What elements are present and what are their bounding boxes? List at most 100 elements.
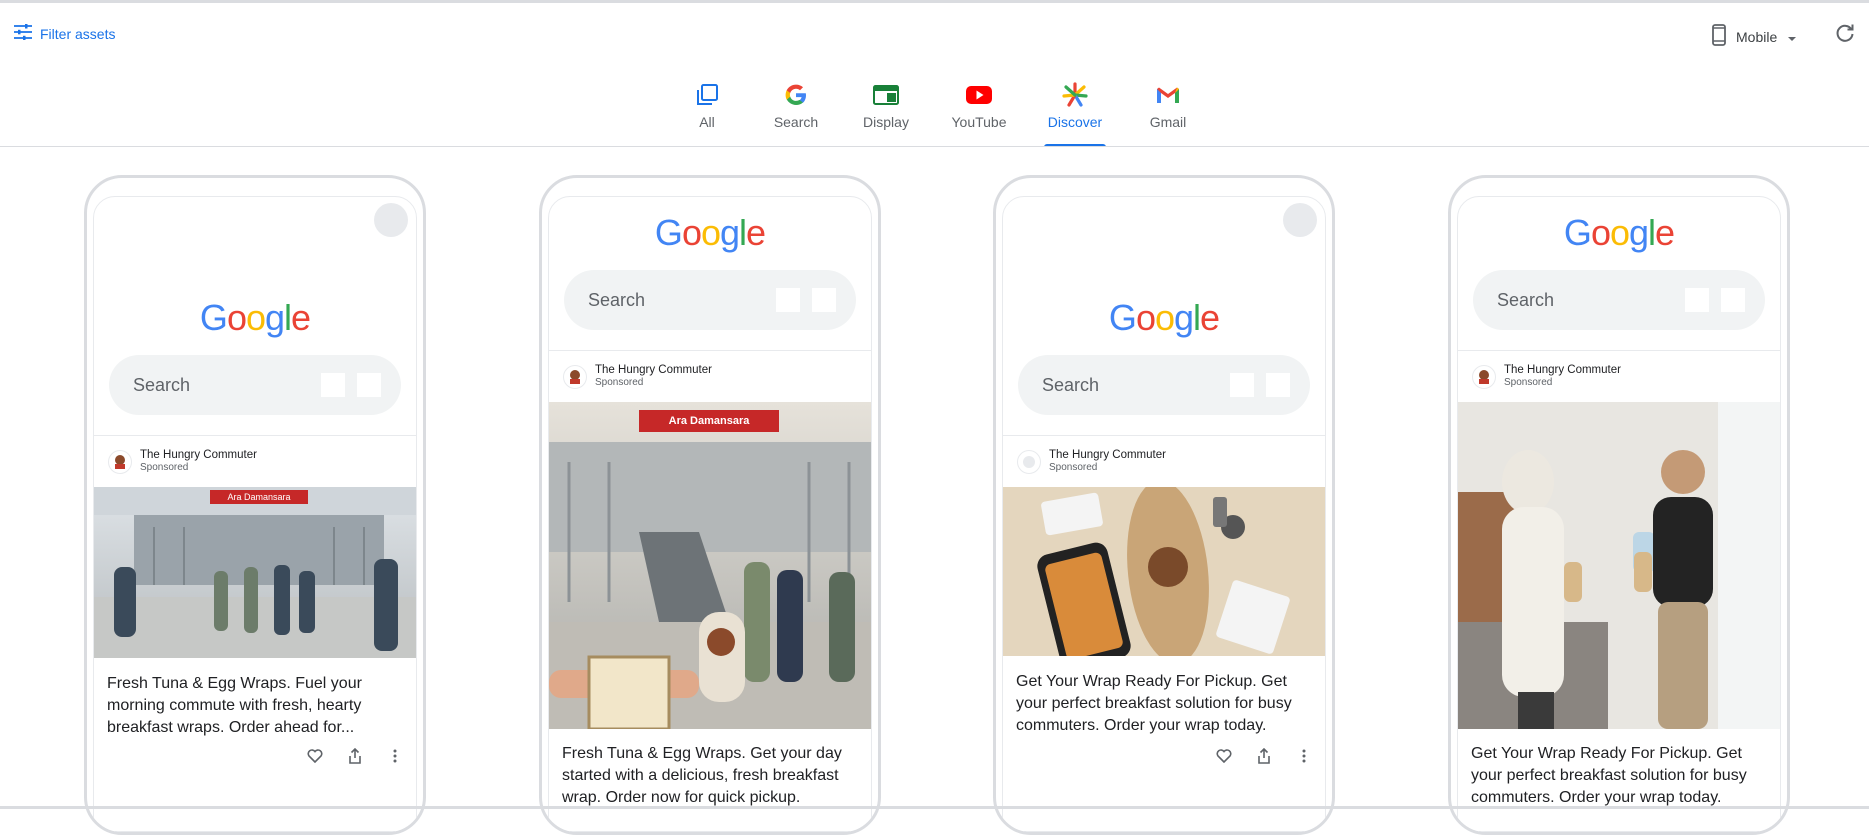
sponsored-label: Sponsored (1049, 462, 1098, 473)
header-divider (1458, 350, 1780, 351)
ad-actions (306, 747, 404, 769)
more-options-button[interactable] (1295, 749, 1313, 767)
station-sign: Ara Damansara (210, 490, 308, 504)
header-divider (1003, 435, 1325, 436)
tab-discover[interactable]: Discover (1044, 82, 1106, 147)
lens-icon (357, 373, 381, 397)
youtube-icon (966, 82, 992, 108)
channel-tabs: All Search Display YouTube Discover Gmai… (0, 82, 1869, 147)
like-button[interactable] (306, 748, 324, 768)
heart-icon (1216, 748, 1232, 768)
ad-description: Fresh Tuna & Egg Wraps. Get your day sta… (562, 745, 842, 806)
google-logo: Google (1563, 212, 1675, 253)
ad-image[interactable] (1003, 487, 1325, 656)
dropdown-arrow-icon (1787, 29, 1797, 45)
search-placeholder: Search (588, 290, 646, 310)
ad-actions (1215, 747, 1313, 769)
ad-image[interactable]: Ara Damansara (549, 402, 871, 729)
tab-all[interactable]: All (690, 82, 724, 147)
ad-header: The Hungry Commuter Sponsored (108, 449, 257, 474)
header-divider (94, 435, 416, 436)
filter-assets-button[interactable]: Filter assets (14, 24, 115, 43)
advertiser-logo (1017, 449, 1041, 474)
discover-icon (1062, 82, 1088, 108)
refresh-button[interactable] (1833, 22, 1857, 46)
lens-icon (812, 288, 836, 312)
phone-screen: Google Search The Hungry Commuter Sponso… (1002, 196, 1326, 832)
search-placeholder: Search (1042, 375, 1100, 395)
header-divider (549, 350, 871, 351)
account-avatar (374, 203, 408, 237)
display-icon (873, 82, 899, 108)
search-placeholder: Search (133, 375, 191, 395)
account-avatar (1283, 203, 1317, 237)
tab-search[interactable]: Search (773, 82, 819, 147)
tab-label: Discover (1047, 114, 1103, 130)
mic-icon (776, 288, 800, 312)
tab-display[interactable]: Display (862, 82, 910, 147)
mic-icon (321, 373, 345, 397)
google-g-icon (784, 82, 808, 108)
ad-header: The Hungry Commuter Sponsored (563, 364, 712, 389)
share-button[interactable] (346, 747, 364, 769)
ad-image[interactable] (1458, 402, 1780, 729)
tune-icon (14, 24, 32, 43)
more-vert-icon (1302, 749, 1306, 768)
tab-youtube[interactable]: YouTube (950, 82, 1008, 147)
phone-preview-4: Google Search The Hungry Commuter Sponso… (1448, 175, 1790, 835)
share-icon (348, 747, 362, 769)
advertiser-logo (563, 364, 587, 389)
all-icon (696, 82, 718, 108)
tab-gmail[interactable]: Gmail (1148, 82, 1188, 147)
sponsored-label: Sponsored (595, 377, 644, 388)
search-bar[interactable]: Search (1473, 270, 1765, 330)
search-bar[interactable]: Search (1018, 355, 1310, 415)
share-button[interactable] (1255, 747, 1273, 769)
tabs-divider (0, 146, 1869, 147)
lens-icon (1721, 288, 1745, 312)
ad-header: The Hungry Commuter Sponsored (1017, 449, 1166, 474)
ad-image[interactable]: Ara Damansara (94, 487, 416, 658)
phone-screen: Google Search The Hungry Commuter Sponso… (548, 196, 872, 832)
filter-assets-label: Filter assets (40, 25, 116, 42)
station-sign: Ara Damansara (639, 410, 779, 432)
mic-icon (1685, 288, 1709, 312)
advertiser-name: The Hungry Commuter (140, 449, 257, 461)
ad-description: Get Your Wrap Ready For Pickup. Get your… (1016, 673, 1292, 734)
google-logo: Google (199, 297, 311, 338)
top-border (0, 0, 1869, 3)
google-logo: Google (1108, 297, 1220, 338)
tab-label: All (699, 114, 715, 130)
sponsored-label: Sponsored (140, 462, 189, 473)
phone-screen: Google Search The Hungry Commuter Sponso… (1457, 196, 1781, 832)
advertiser-logo (108, 449, 132, 474)
phone-preview-3: Google Search The Hungry Commuter Sponso… (993, 175, 1335, 835)
heart-icon (307, 748, 323, 768)
like-button[interactable] (1215, 748, 1233, 768)
google-logo: Google (654, 212, 766, 253)
tab-label: Gmail (1149, 114, 1187, 130)
advertiser-name: The Hungry Commuter (595, 364, 712, 376)
phone-screen: Google Search The Hungry Commuter Sponso… (93, 196, 417, 832)
sponsored-label: Sponsored (1504, 377, 1553, 388)
device-label: Mobile (1736, 28, 1778, 45)
refresh-icon (1833, 24, 1857, 50)
smartphone-icon (1712, 24, 1726, 49)
lens-icon (1266, 373, 1290, 397)
ad-description: Fresh Tuna & Egg Wraps. Fuel your mornin… (107, 675, 362, 736)
tab-label: Search (773, 114, 819, 130)
tab-label: Display (863, 114, 909, 130)
advertiser-name: The Hungry Commuter (1504, 364, 1621, 376)
search-placeholder: Search (1497, 290, 1555, 310)
search-bar[interactable]: Search (109, 355, 401, 415)
phone-preview-1: Google Search The Hungry Commuter Sponso… (84, 175, 426, 835)
advertiser-name: The Hungry Commuter (1049, 449, 1166, 461)
mic-icon (1230, 373, 1254, 397)
device-selector[interactable]: Mobile (1712, 24, 1797, 49)
ad-description: Get Your Wrap Ready For Pickup. Get your… (1471, 745, 1747, 806)
more-vert-icon (393, 749, 397, 768)
share-icon (1257, 747, 1271, 769)
phone-preview-2: Google Search The Hungry Commuter Sponso… (539, 175, 881, 835)
search-bar[interactable]: Search (564, 270, 856, 330)
more-options-button[interactable] (386, 749, 404, 767)
